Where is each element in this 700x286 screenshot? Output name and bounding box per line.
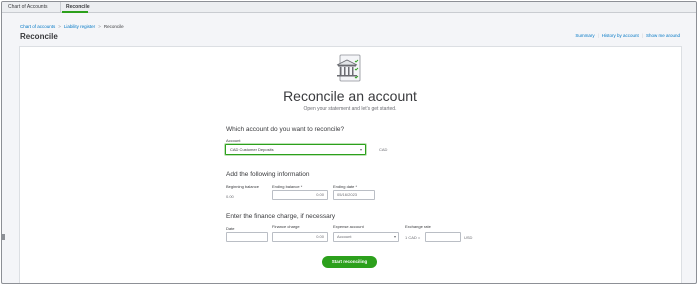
breadcrumb-chart-of-accounts[interactable]: Chart of accounts (20, 24, 55, 29)
breadcrumb-current: Reconcile (103, 24, 124, 29)
ending-date-input[interactable]: 05/16/2023 (333, 190, 375, 200)
header-links: Summary | History by account | Show me aroun… (575, 33, 680, 38)
start-reconciling-button[interactable]: Start reconciling (322, 256, 377, 268)
date-label: Date (226, 226, 235, 231)
exchange-rate-label: Exchange rate (405, 224, 431, 229)
ending-balance-label: Ending balance * (272, 184, 303, 189)
account-label: Account (226, 138, 241, 143)
account-section-heading: Which account do you want to reconcile? (226, 126, 345, 133)
beginning-balance-label: Beginning balance (226, 184, 259, 189)
account-select-value: CAD Customer Deposits (230, 147, 274, 152)
expense-account-select[interactable]: Account ▾ (333, 232, 399, 242)
tab-reconcile[interactable]: Reconcile (62, 2, 90, 13)
finance-charge-label: Finance charge (272, 224, 300, 229)
finance-date-input[interactable] (226, 232, 268, 242)
show-me-around-link[interactable]: Show me around (646, 33, 680, 38)
main-subtitle: Open your statement and let's get starte… (303, 106, 397, 112)
bank-statement-icon (336, 54, 361, 82)
exchange-rate-prefix: 1 CAD = (405, 235, 421, 240)
history-by-account-link[interactable]: History by account (602, 33, 639, 38)
link-separator: | (597, 33, 599, 38)
page-title: Reconcile (20, 32, 58, 41)
breadcrumb-separator: > (58, 24, 61, 29)
breadcrumb-liability-register[interactable]: Liability register (64, 24, 95, 29)
tab-bar: Chart of Accounts Reconcile (2, 2, 696, 13)
chevron-down-icon: ▾ (359, 147, 362, 152)
exchange-rate-input[interactable] (425, 232, 461, 242)
finance-charge-input[interactable]: 0.00 (272, 232, 328, 242)
expense-account-placeholder: Account (337, 234, 352, 239)
ending-date-label: Ending date * (333, 184, 358, 189)
tab-chart-of-accounts[interactable]: Chart of Accounts (4, 2, 61, 13)
breadcrumb: Chart of accounts > Liability register > Rec… (20, 24, 124, 29)
exchange-rate-currency: USD (464, 235, 473, 240)
info-section-heading: Add the following information (226, 171, 310, 178)
breadcrumb-separator: > (98, 24, 101, 29)
main-title: Reconcile an account (283, 88, 417, 104)
chevron-down-icon: ▾ (393, 234, 396, 239)
ending-balance-input[interactable]: 0.00 (272, 190, 328, 200)
summary-link[interactable]: Summary (575, 33, 594, 38)
finance-section-heading: Enter the finance charge, if necessary (226, 213, 336, 220)
expense-account-label: Expense account (333, 224, 364, 229)
currency-label: CAD (379, 147, 388, 152)
beginning-balance-value: 0.00 (226, 194, 234, 199)
edge-marker (2, 234, 5, 240)
link-separator: | (641, 33, 643, 38)
account-select[interactable]: CAD Customer Deposits ▾ (225, 144, 366, 155)
